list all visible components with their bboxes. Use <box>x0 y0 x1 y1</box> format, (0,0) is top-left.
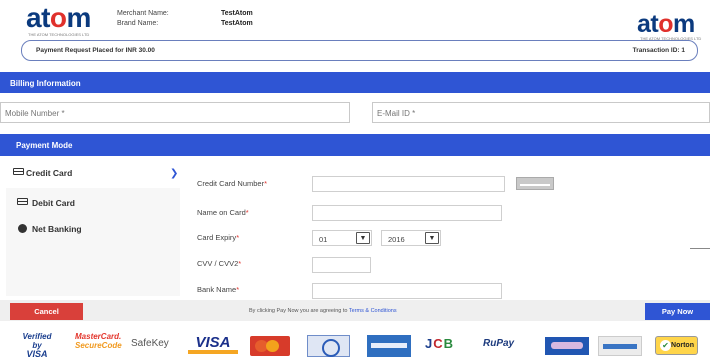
card-number-input[interactable] <box>312 176 505 192</box>
check-icon: ✔ <box>660 340 671 351</box>
billing-title: Billing Information <box>10 79 81 88</box>
billing-information-header: Billing Information <box>0 72 710 93</box>
payment-request-text: Payment Request Placed for INR 30.00 <box>36 47 155 54</box>
card-type-icon <box>516 177 554 190</box>
secure-payment-logo <box>598 336 642 356</box>
tab-credit-card[interactable]: Credit Card ❯ <box>6 160 180 188</box>
tab-debit-card-label: Debit Card <box>32 198 75 208</box>
verified-by-visa-logo: Verified by VISA <box>22 332 52 359</box>
email-input[interactable] <box>373 104 709 123</box>
mobile-number-input[interactable] <box>1 104 349 123</box>
payment-request-bar: Payment Request Placed for INR 30.00 Tra… <box>21 40 698 61</box>
card-number-label: Credit Card Number* <box>197 179 268 188</box>
expiry-year-value: 2016 <box>388 235 405 244</box>
tab-net-banking[interactable]: Net Banking <box>6 216 180 242</box>
cancel-button[interactable]: Cancel <box>10 303 83 320</box>
expiry-year-select[interactable]: 2016 ▼ <box>381 230 441 246</box>
bank-name-input[interactable] <box>312 283 502 299</box>
visa-logo: VISA <box>188 334 238 354</box>
bank-name-label: Bank Name* <box>197 285 240 294</box>
merchant-name-label: Merchant Name: <box>117 10 169 17</box>
payment-mode-header: Payment Mode <box>0 134 710 156</box>
cvv-input[interactable] <box>312 257 371 273</box>
amex-logo <box>367 335 411 357</box>
brand-name-label: Brand Name: <box>117 20 159 27</box>
terms-link[interactable]: Terms & Conditions <box>349 308 397 314</box>
maestro-logo <box>545 337 589 355</box>
pay-now-button[interactable]: Pay Now <box>645 303 710 320</box>
card-icon <box>17 198 28 205</box>
rupay-logo: RuPay <box>483 338 515 349</box>
bank-icon <box>18 224 27 233</box>
divider <box>690 248 710 249</box>
name-on-card-input[interactable] <box>312 205 502 221</box>
tab-debit-card[interactable]: Debit Card <box>6 190 180 216</box>
expiry-month-value: 01 <box>319 235 328 244</box>
terms-text: By clicking Pay Now you are agreeing to … <box>249 308 397 314</box>
logo-tagline: THE ATOM TECHNOLOGIES LTD <box>28 32 90 37</box>
mastercard-logo <box>250 336 290 356</box>
name-on-card-label: Name on Card* <box>197 208 249 217</box>
atom-logo-right: atom <box>637 10 695 38</box>
norton-logo: ✔ Norton <box>655 336 698 355</box>
merchant-name-value: TestAtom <box>221 10 253 17</box>
email-field[interactable] <box>372 102 710 123</box>
chevron-down-icon[interactable]: ▼ <box>356 232 370 244</box>
chevron-right-icon: ❯ <box>170 168 179 179</box>
card-expiry-label: Card Expiry* <box>197 233 240 242</box>
safekey-logo: SafeKey <box>131 338 169 349</box>
mastercard-securecode-logo: MasterCard. SecureCode <box>75 332 122 350</box>
brand-name-value: TestAtom <box>221 20 253 27</box>
payment-tabs: Credit Card ❯ Debit Card Net Banking <box>6 160 180 296</box>
atom-logo: atom <box>26 2 91 33</box>
tab-net-banking-label: Net Banking <box>32 224 82 234</box>
chevron-down-icon[interactable]: ▼ <box>425 232 439 244</box>
payment-mode-title: Payment Mode <box>16 141 73 150</box>
card-icon <box>13 168 24 175</box>
header: atom THE ATOM TECHNOLOGIES LTD Merchant … <box>0 0 710 42</box>
expiry-month-select[interactable]: 01 ▼ <box>312 230 372 246</box>
jcb-logo: JCB <box>425 336 455 351</box>
mobile-number-field[interactable] <box>0 102 350 123</box>
tab-credit-card-label: Credit Card <box>26 168 73 178</box>
transaction-id: Transaction ID: 1 <box>632 47 685 54</box>
cvv-label: CVV / CVV2* <box>197 259 242 268</box>
diners-club-logo <box>307 335 350 357</box>
